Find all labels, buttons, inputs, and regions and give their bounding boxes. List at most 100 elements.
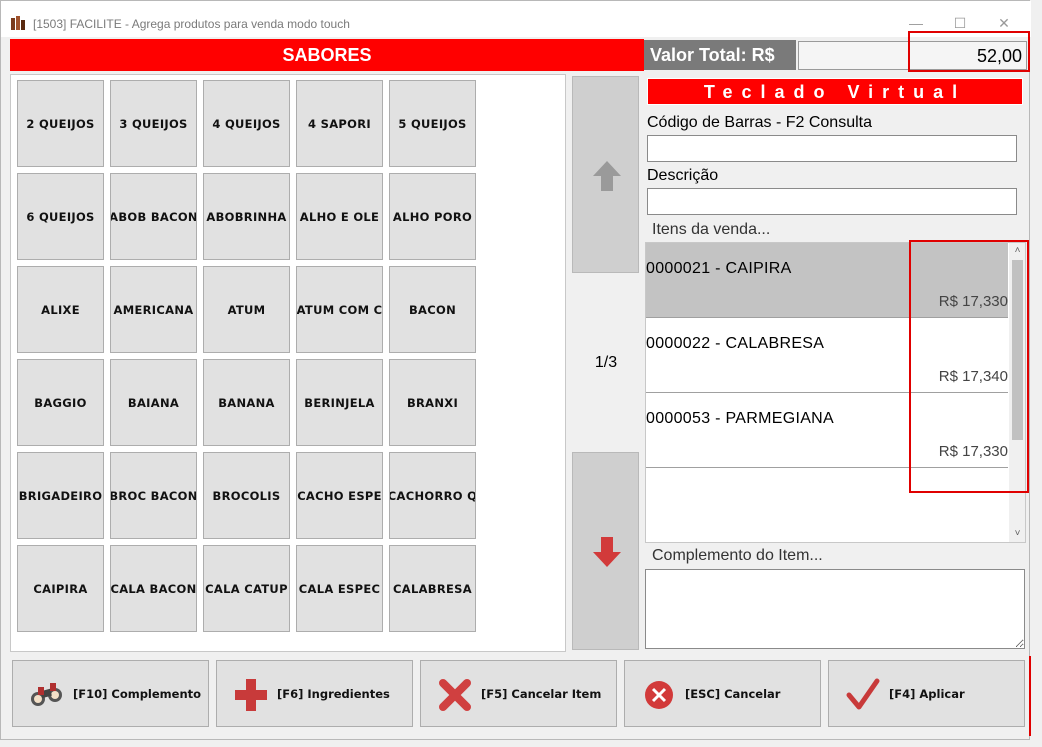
close-button[interactable]: ✕ [989, 11, 1019, 35]
flavor-button-label: 3 QUEIJOS [119, 116, 188, 131]
flavor-button[interactable]: ATUM COM C [296, 266, 383, 353]
flavor-button[interactable]: CALA ESPEC [296, 545, 383, 632]
complement-button[interactable]: [F10] Complemento [12, 660, 209, 727]
maximize-button[interactable]: ☐ [945, 11, 975, 35]
items-scrollbar[interactable]: ˄ ˅ [1009, 243, 1025, 542]
flavor-button[interactable]: 2 QUEIJOS [17, 80, 104, 167]
flavor-button-label: BRIGADEIRO [18, 488, 103, 503]
title-bar: [1503] FACILITE - Agrega produtos para v… [1, 1, 1031, 37]
flavor-button[interactable]: AMERICANA [110, 266, 197, 353]
cancel-circle-icon [645, 681, 673, 709]
ingredients-button-label: [F6] Ingredientes [277, 687, 390, 701]
flavor-button[interactable]: CALA BACON [110, 545, 197, 632]
flavor-button-label: CALA CATUP [205, 581, 288, 596]
flavor-button-label: BACON [408, 302, 456, 317]
flavor-button-label: CALABRESA [393, 581, 472, 596]
flavor-button[interactable]: ALIXE [17, 266, 104, 353]
flavor-button-label: BROCOLIS [212, 488, 281, 503]
flavor-button[interactable]: BAGGIO [17, 359, 104, 446]
sale-items-list[interactable]: 0000021 - CAIPIRA R$ 17,330 0000022 - CA… [645, 242, 1026, 543]
sale-items-title: Itens da venda... [652, 221, 771, 238]
total-label: Valor Total: R$ [644, 40, 796, 70]
flavor-button[interactable]: ABOB BACON [110, 173, 197, 260]
flavor-button-label: ALHO PORO [392, 209, 473, 224]
flavor-button[interactable]: 4 QUEIJOS [203, 80, 290, 167]
app-icon [11, 16, 25, 30]
description-input[interactable] [647, 188, 1017, 215]
cancel-button-label: [ESC] Cancelar [685, 687, 781, 701]
flavor-button[interactable]: 6 QUEIJOS [17, 173, 104, 260]
flavor-button[interactable]: BANANA [203, 359, 290, 446]
virtual-keyboard-button[interactable]: Teclado Virtual [647, 78, 1023, 105]
flavor-button[interactable]: CACHO ESPE [296, 452, 383, 539]
flavor-button[interactable]: BROCOLIS [203, 452, 290, 539]
flavor-button[interactable]: 4 SAPORI [296, 80, 383, 167]
flavor-button[interactable]: CAIPIRA [17, 545, 104, 632]
flavor-button[interactable]: ABOBRINHA [203, 173, 290, 260]
sale-item-name: 0000053 - PARMEGIANA [646, 410, 835, 427]
flavor-button-label: ALHO E OLE [299, 209, 380, 224]
sale-item-price: R$ 17,330 [938, 293, 1008, 310]
flavor-button-label: 4 SAPORI [308, 116, 371, 131]
flavor-button-label: ALIXE [41, 302, 80, 317]
page-down-button[interactable] [572, 452, 639, 650]
flavor-button-label: BROC BACON [110, 488, 197, 503]
sale-item-name: 0000021 - CAIPIRA [646, 260, 792, 277]
flavor-button-label: BAGGIO [34, 395, 87, 410]
flavor-button[interactable]: CALA CATUP [203, 545, 290, 632]
flavor-grid: 2 QUEIJOS 3 QUEIJOS 4 QUEIJOS 4 SAPORI 5 QUE… [10, 74, 566, 652]
sale-item-row[interactable]: 0000022 - CALABRESA R$ 17,340 [646, 318, 1008, 393]
minimize-button[interactable]: — [901, 11, 931, 35]
flavor-button[interactable]: BRIGADEIRO [17, 452, 104, 539]
cancel-button[interactable]: [ESC] Cancelar [624, 660, 821, 727]
flavor-button[interactable]: ATUM [203, 266, 290, 353]
description-label: Descrição [647, 167, 719, 184]
flavor-button[interactable]: BROC BACON [110, 452, 197, 539]
flavor-button-label: BAIANA [127, 395, 180, 410]
flavor-button-label: CALA ESPEC [298, 581, 381, 596]
checkmark-icon [846, 678, 880, 710]
window-title: [1503] FACILITE - Agrega produtos para v… [33, 17, 350, 31]
page-indicator: 1/3 [594, 354, 618, 371]
flavor-button[interactable]: CACHORRO Q [389, 452, 476, 539]
complement-textarea[interactable] [645, 569, 1025, 649]
flavor-button[interactable]: BAIANA [110, 359, 197, 446]
flavor-button[interactable]: BACON [389, 266, 476, 353]
scrollbar-thumb[interactable] [1012, 260, 1023, 440]
arrow-up-icon [593, 161, 621, 191]
flavor-button[interactable]: BERINJELA [296, 359, 383, 446]
barcode-input[interactable] [647, 135, 1017, 162]
main-window: [1503] FACILITE - Agrega produtos para v… [0, 0, 1031, 740]
cancel-item-button[interactable]: [F5] Cancelar Item [420, 660, 617, 727]
apply-button[interactable]: [F4] Aplicar [828, 660, 1025, 727]
flavor-button-label: ATUM [227, 302, 266, 317]
scroll-down-icon[interactable]: ˅ [1009, 526, 1025, 542]
sale-item-price: R$ 17,340 [938, 368, 1008, 385]
sabores-header: SABORES [10, 39, 644, 71]
sale-item-row[interactable]: 0000053 - PARMEGIANA R$ 17,330 [646, 393, 1008, 468]
ingredients-button[interactable]: [F6] Ingredientes [216, 660, 413, 727]
flavor-button-label: 4 QUEIJOS [212, 116, 281, 131]
flavor-button[interactable]: 3 QUEIJOS [110, 80, 197, 167]
flavor-button-label: ABOB BACON [110, 209, 197, 224]
flavor-button[interactable]: CALABRESA [389, 545, 476, 632]
sale-item-row[interactable]: 0000021 - CAIPIRA R$ 17,330 [646, 243, 1008, 318]
page-up-button[interactable] [572, 76, 639, 273]
flavor-button[interactable]: ALHO E OLE [296, 173, 383, 260]
flavor-button[interactable]: BRANXI [389, 359, 476, 446]
flavor-button-label: ABOBRINHA [206, 209, 287, 224]
apply-button-label: [F4] Aplicar [889, 687, 965, 701]
flavor-button-label: CAIPIRA [33, 581, 88, 596]
flavor-button-label: 6 QUEIJOS [26, 209, 95, 224]
sale-item-name: 0000022 - CALABRESA [646, 335, 825, 352]
pager: 1/3 [569, 74, 643, 652]
complement-button-label: [F10] Complemento [73, 687, 202, 701]
x-cross-icon [439, 679, 471, 711]
scroll-up-icon[interactable]: ˄ [1009, 243, 1025, 259]
complement-title: Complemento do Item... [652, 547, 823, 564]
flavor-button[interactable]: 5 QUEIJOS [389, 80, 476, 167]
flavor-button-label: BANANA [218, 395, 275, 410]
barcode-label: Código de Barras - F2 Consulta [647, 114, 872, 131]
flavor-button[interactable]: ALHO PORO [389, 173, 476, 260]
arrow-down-icon [593, 537, 621, 567]
